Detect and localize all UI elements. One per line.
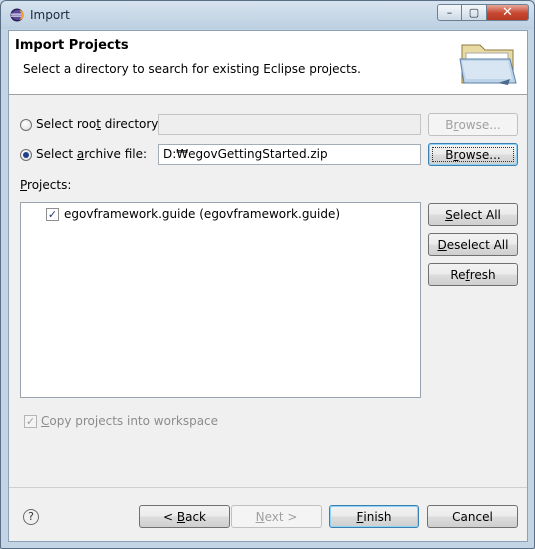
finish-button[interactable]: Finish [329, 505, 419, 528]
root-directory-radio[interactable] [20, 119, 32, 131]
root-browse-button[interactable]: Br owse... [428, 113, 518, 136]
title-bar[interactable]: Import – ▢ ✕ [1, 1, 534, 29]
projects-list[interactable]: ✓ egovframework.guide (egovframework.gui… [20, 202, 421, 398]
close-icon: ✕ [502, 5, 513, 20]
root-directory-label: Select root directory: [36, 117, 162, 131]
folder-icon [459, 44, 517, 85]
maximize-icon: ▢ [468, 6, 480, 19]
maximize-button[interactable]: ▢ [462, 4, 487, 21]
back-button[interactable]: < Back [139, 505, 230, 528]
close-button[interactable]: ✕ [487, 4, 529, 21]
select-all-button[interactable]: Select All [428, 203, 518, 226]
dialog-client-area: Import Projects Select a directory to se… [8, 30, 528, 542]
refresh-button[interactable]: Re f resh [428, 263, 518, 286]
project-label: egovframework.guide (egovframework.guide… [64, 207, 341, 221]
next-button[interactable]: Next > [231, 505, 322, 528]
archive-file-radio[interactable] [20, 149, 32, 161]
wizard-banner: Import Projects Select a directory to se… [9, 31, 527, 95]
eclipse-icon [10, 8, 24, 22]
project-checkbox[interactable]: ✓ [46, 208, 59, 221]
help-icon[interactable]: ? [23, 509, 39, 525]
archive-browse-button[interactable]: Br owse... [428, 143, 518, 166]
copy-projects-checkbox[interactable]: ✓ [24, 415, 37, 428]
minimize-button[interactable]: – [437, 4, 462, 21]
window-title: Import [30, 8, 70, 22]
page-title: Import Projects [15, 38, 129, 53]
projects-label: Projects: [20, 178, 72, 192]
deselect-all-button[interactable]: Deselect All [428, 233, 518, 256]
minimize-icon: – [446, 6, 453, 19]
import-dialog-window: Import – ▢ ✕ Import Projects Select a di… [0, 0, 535, 549]
page-description: Select a directory to search for existin… [23, 62, 361, 76]
root-directory-input[interactable] [158, 114, 421, 135]
copy-projects-label: Copy projects into workspace [41, 414, 219, 428]
archive-file-input[interactable]: D:₩egovGettingStarted.zip [158, 144, 421, 165]
footer-separator [9, 487, 527, 488]
archive-file-label: Select archive file: [36, 147, 148, 161]
cancel-button[interactable]: Cancel [427, 505, 518, 528]
